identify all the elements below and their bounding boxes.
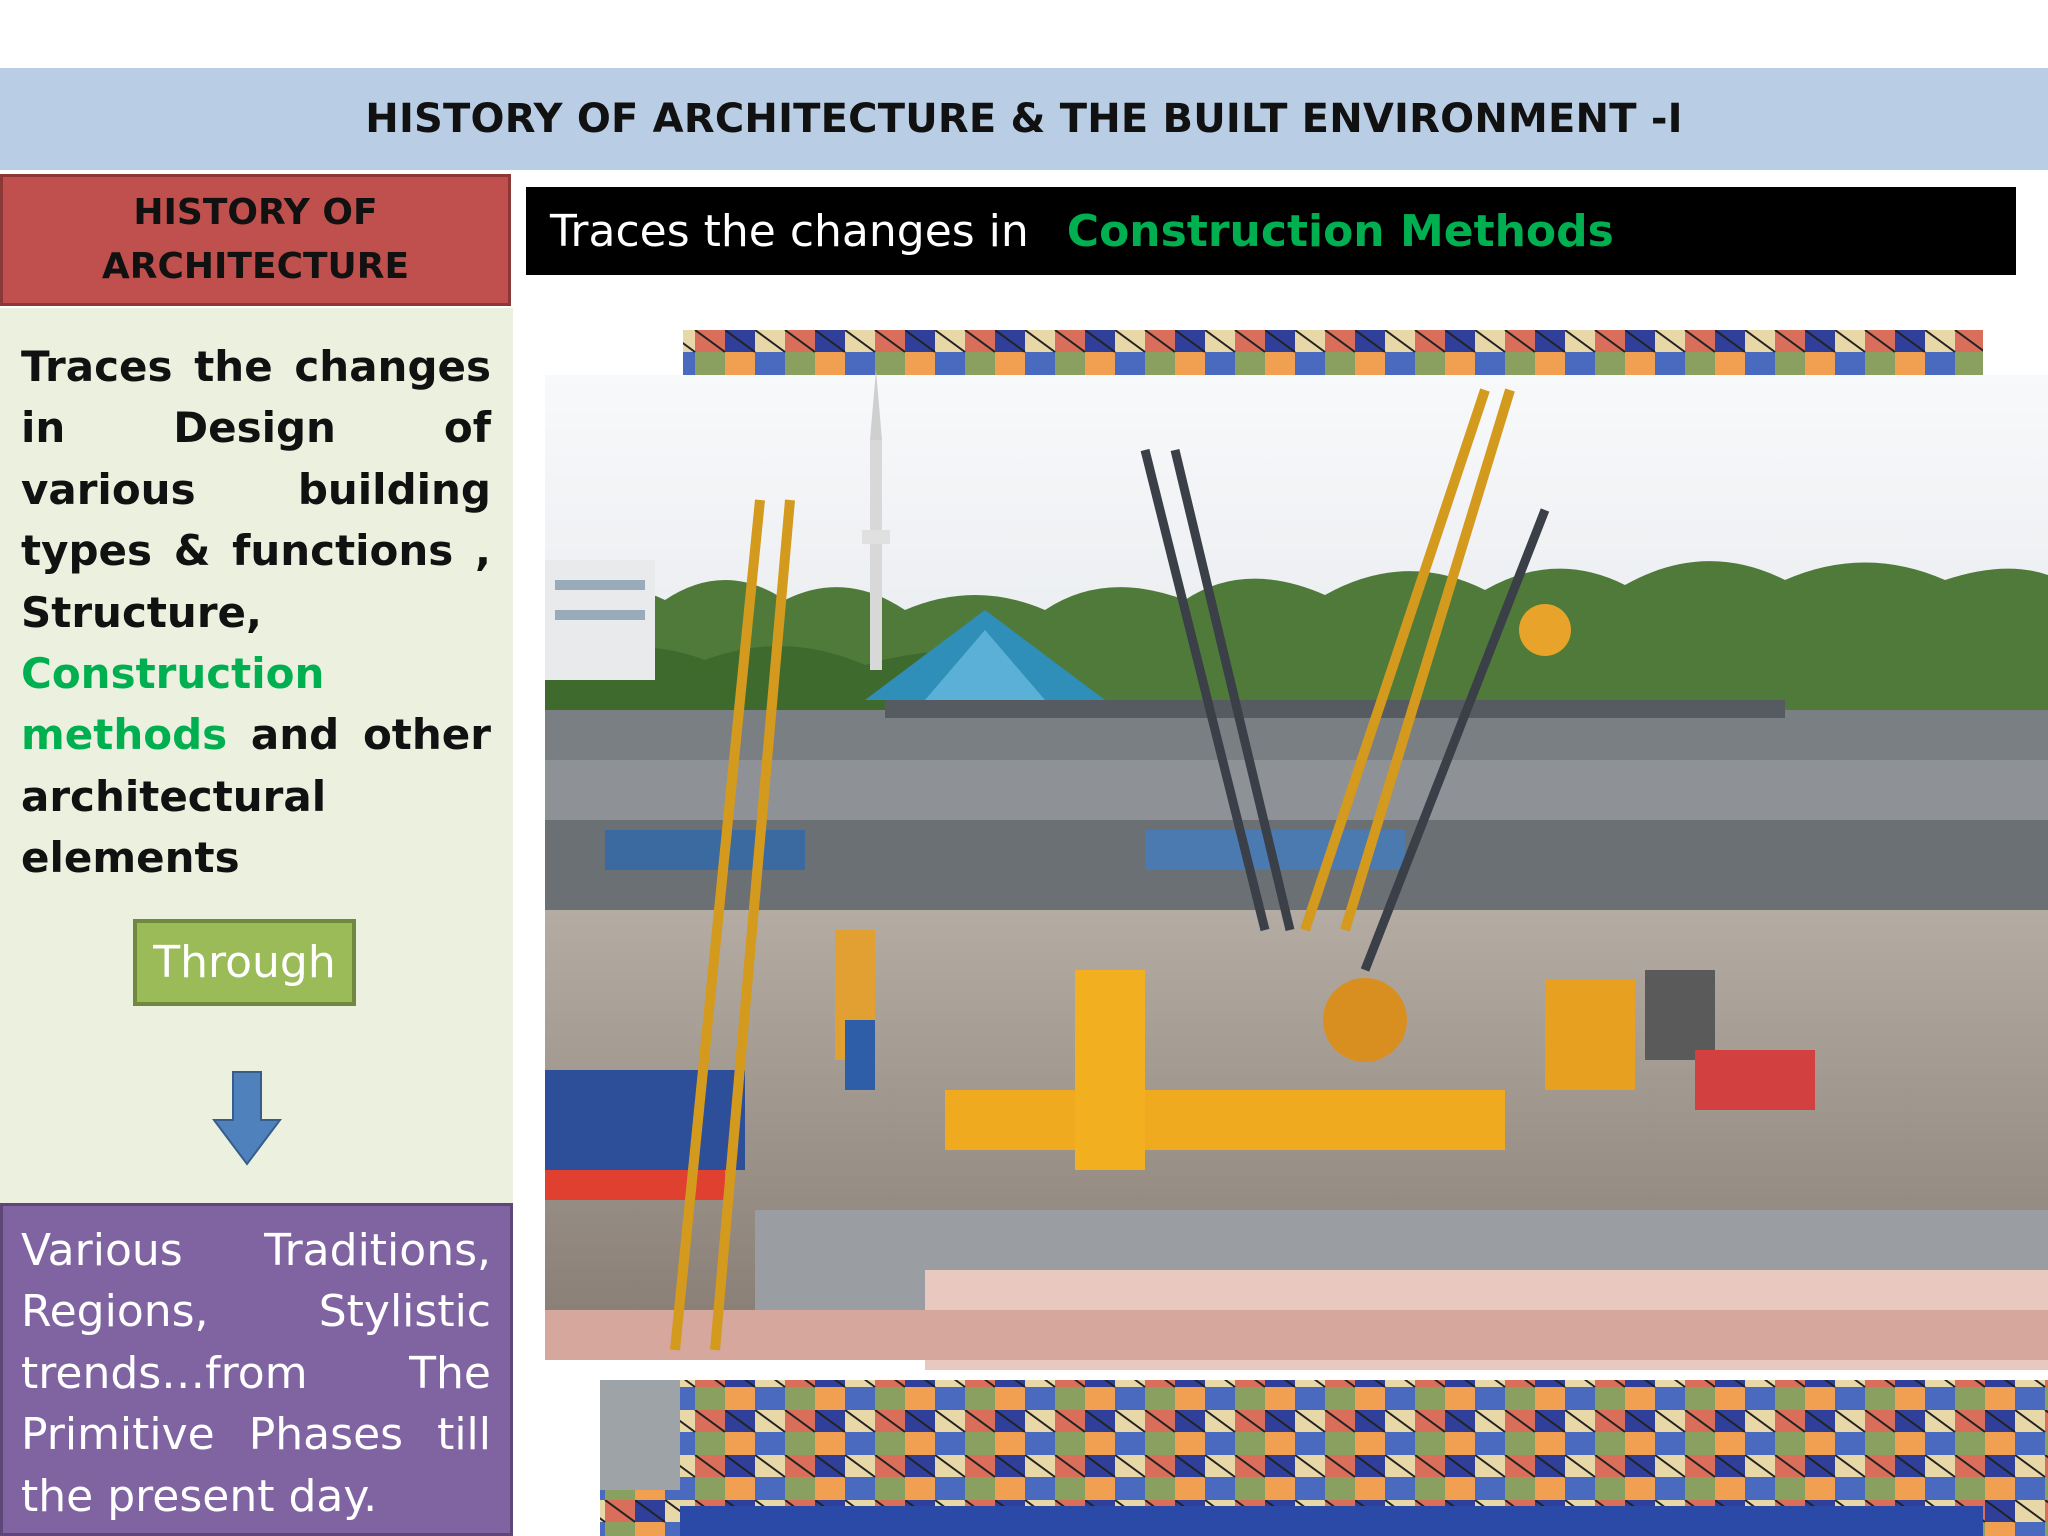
construction-site-photo: [545, 330, 2048, 1536]
construction-methods-banner: Traces the changes in Construction Metho…: [526, 187, 2016, 275]
traditions-box: Various Traditions, Regions, Stylistic t…: [0, 1203, 513, 1536]
history-of-architecture-heading: HISTORY OF ARCHITECTURE: [101, 192, 410, 287]
banner-text: Traces the changes in: [550, 205, 1029, 257]
description-prefix: Traces the changes in Design of various …: [21, 342, 491, 637]
history-of-architecture-box: HISTORY OF ARCHITECTURE: [0, 174, 511, 306]
through-box: Through: [133, 919, 356, 1006]
banner-highlight: Construction Methods: [1066, 205, 1614, 257]
description-text: Traces the changes in Design of various …: [21, 336, 491, 889]
down-arrow-icon: [212, 1071, 282, 1166]
slide-title-bar: HISTORY OF ARCHITECTURE & THE BUILT ENVI…: [0, 68, 2048, 170]
traditions-text: Various Traditions, Regions, Stylistic t…: [21, 1225, 491, 1522]
through-label: Through: [153, 937, 336, 988]
slide-title: HISTORY OF ARCHITECTURE & THE BUILT ENVI…: [365, 96, 1683, 142]
